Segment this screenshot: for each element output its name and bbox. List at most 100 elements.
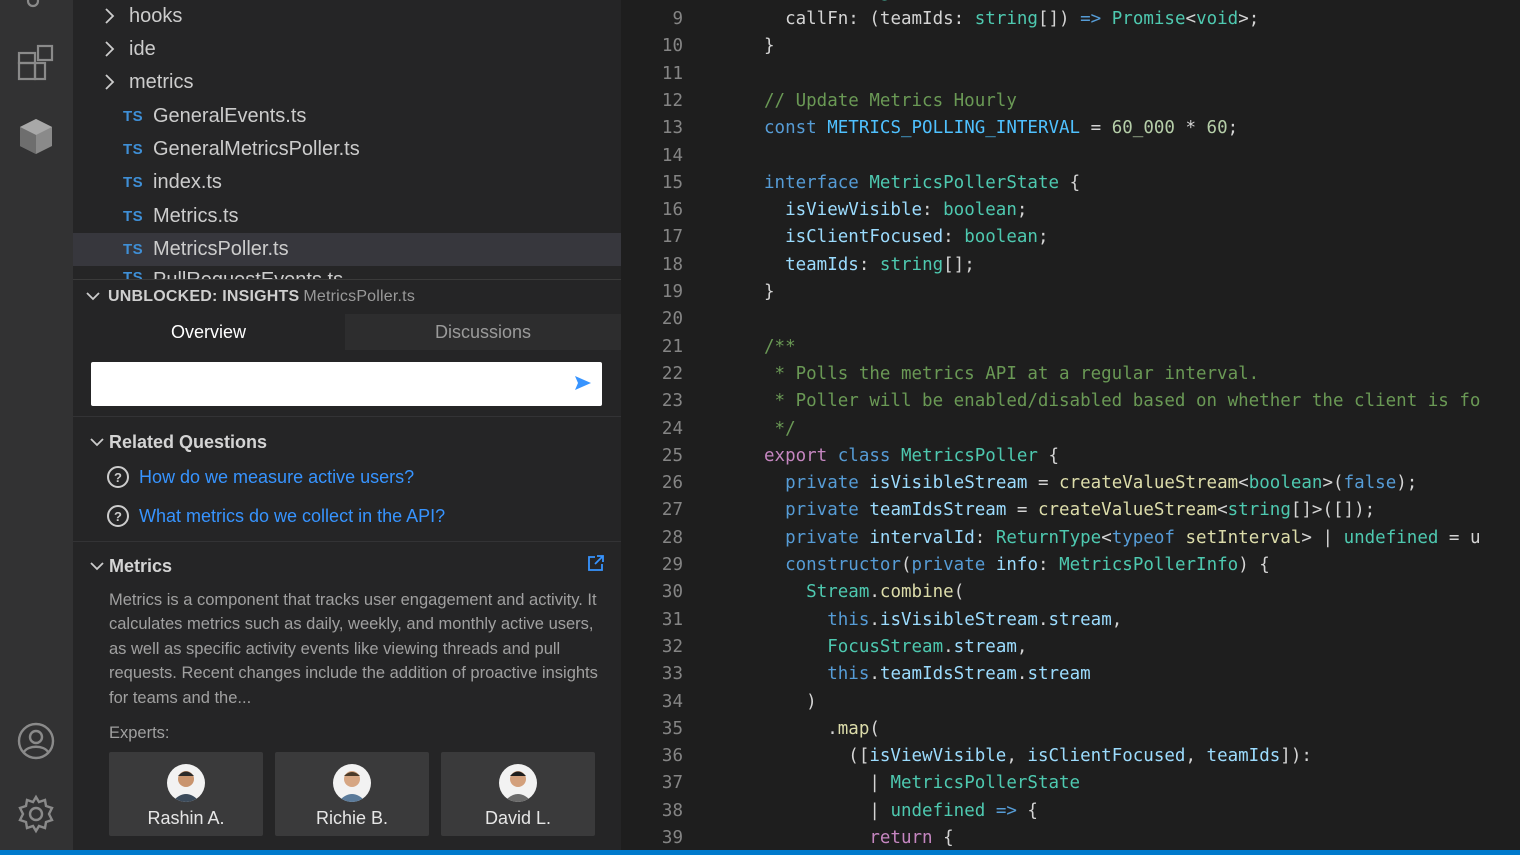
file-item[interactable]: TS index.ts [73, 166, 621, 199]
metrics-description: Metrics is a component that tracks user … [109, 591, 598, 707]
typescript-icon: TS [123, 174, 144, 191]
line-number: 28 [661, 527, 683, 548]
metrics-title: Metrics [109, 555, 173, 576]
expert-card[interactable]: David L. [441, 752, 595, 836]
line-number: 23 [661, 391, 683, 412]
line-number: 34 [661, 691, 683, 712]
code-line: .map( [764, 718, 880, 739]
file-item-selected[interactable]: TS MetricsPoller.ts [73, 233, 621, 266]
code-line-partial: id: string; [764, 0, 901, 2]
tab-discussions[interactable]: Discussions [345, 314, 621, 350]
file-label: GeneralMetricsPoller.ts [153, 138, 360, 160]
code-editor[interactable]: id: string; 9 callFn: (teamIds: string[]… [621, 0, 1520, 850]
line-number: 14 [661, 145, 683, 166]
line-number: 30 [661, 582, 683, 603]
typescript-icon: TS [123, 108, 144, 125]
file-label: PullRequestEvents.ts [153, 269, 343, 279]
line-number: 10 [661, 36, 683, 57]
line-number: 21 [661, 336, 683, 357]
extensions-icon[interactable] [16, 44, 56, 84]
chevron-right-icon [103, 6, 117, 32]
code-line: * Polls the metrics API at a regular int… [764, 363, 1260, 384]
file-label: MetricsPoller.ts [153, 238, 289, 260]
settings-gear-icon[interactable] [16, 794, 56, 834]
insights-panel-header[interactable]: UNBLOCKED: INSIGHTS MetricsPoller.ts [73, 279, 621, 313]
insights-title: UNBLOCKED: INSIGHTS MetricsPoller.ts [108, 287, 416, 305]
expert-name: David L. [484, 808, 552, 828]
code-line: interface MetricsPollerState { [764, 172, 1081, 193]
line-number: 32 [661, 636, 683, 657]
folder-hooks[interactable]: hooks [73, 0, 621, 33]
line-number: 26 [661, 473, 683, 494]
code-line: private intervalId: ReturnType<typeof se… [785, 527, 1481, 548]
experts-label: Experts: [109, 724, 170, 742]
code-line: this.teamIdsStream.stream [827, 664, 1091, 685]
insights-file: MetricsPoller.ts [303, 287, 416, 305]
expert-name: Richie B. [315, 808, 389, 828]
code-line: this.isVisibleStream.stream, [827, 609, 1123, 630]
file-label: Metrics.ts [153, 205, 239, 227]
tab-overview[interactable]: Overview [73, 314, 344, 350]
chevron-right-icon [103, 72, 117, 98]
question-link[interactable]: What metrics do we collect in the API? [139, 506, 445, 527]
file-item[interactable]: TS GeneralMetricsPoller.ts [73, 133, 621, 166]
code-line: private teamIdsStream = createValueStrea… [785, 500, 1376, 521]
code-line: constructor(private info: MetricsPollerI… [785, 555, 1270, 575]
code-line: ([isViewVisible, isClientFocused, teamId… [764, 746, 1312, 767]
ask-input[interactable] [101, 370, 561, 398]
typescript-icon: TS [123, 141, 144, 158]
chevron-down-icon [89, 434, 105, 455]
code-line: | undefined => { [764, 800, 1038, 821]
typescript-icon: TS [123, 269, 144, 279]
file-item-partial[interactable]: TS PullRequestEvents.ts [73, 267, 621, 279]
folder-label: hooks [129, 5, 183, 27]
file-item[interactable]: TS Metrics.ts [73, 200, 621, 233]
line-number: 31 [661, 609, 683, 630]
line-number: 20 [661, 309, 683, 330]
chevron-down-icon [89, 558, 105, 579]
related-questions-header[interactable]: Related Questions [73, 427, 621, 457]
external-link-icon[interactable] [587, 554, 605, 577]
line-number: 22 [661, 363, 683, 384]
send-arrow-icon[interactable] [574, 374, 592, 397]
file-label: index.ts [153, 171, 222, 193]
folder-label: metrics [129, 71, 194, 93]
line-number: 16 [661, 200, 683, 221]
code-line: ) [764, 691, 817, 712]
line-number: 18 [661, 254, 683, 275]
related-question[interactable]: ? What metrics do we collect in the API? [107, 501, 445, 531]
search-icon[interactable] [16, 0, 56, 26]
expert-card[interactable]: Richie B. [275, 752, 429, 836]
folder-ide[interactable]: ide [73, 33, 621, 66]
code-line: isViewVisible: boolean; [785, 200, 1028, 221]
metrics-section-header[interactable]: Metrics [73, 551, 621, 581]
line-number: 33 [661, 664, 683, 685]
ask-box [91, 362, 602, 406]
line-number: 27 [661, 500, 683, 521]
line-number: 11 [661, 63, 683, 84]
code-line: const METRICS_POLLING_INTERVAL = 60_000 … [764, 118, 1239, 139]
file-item[interactable]: TS GeneralEvents.ts [73, 100, 621, 133]
divider [73, 541, 621, 542]
question-circle-icon: ? [107, 505, 129, 527]
code-line: Stream.combine( [806, 582, 965, 603]
account-icon[interactable] [16, 721, 56, 761]
code-line: * Poller will be enabled/disabled based … [764, 391, 1481, 412]
line-number: 15 [661, 172, 683, 193]
typescript-icon: TS [123, 241, 144, 258]
line-number: 19 [661, 282, 683, 302]
typescript-icon: TS [123, 208, 144, 225]
expert-card[interactable]: Rashin A. [109, 752, 263, 836]
line-number: 29 [661, 555, 683, 575]
remote-box-icon[interactable] [16, 116, 56, 156]
line-number: 13 [661, 118, 683, 139]
file-label: GeneralEvents.ts [153, 105, 307, 127]
code-line: /** [764, 336, 796, 357]
question-link[interactable]: How do we measure active users? [139, 467, 414, 488]
code-line: FocusStream.stream, [827, 636, 1028, 657]
line-number: 37 [661, 773, 683, 794]
folder-metrics[interactable]: metrics [73, 66, 621, 99]
line-number: 35 [661, 718, 683, 739]
code-line: private isVisibleStream = createValueStr… [785, 473, 1418, 494]
related-question[interactable]: ? How do we measure active users? [107, 462, 414, 492]
